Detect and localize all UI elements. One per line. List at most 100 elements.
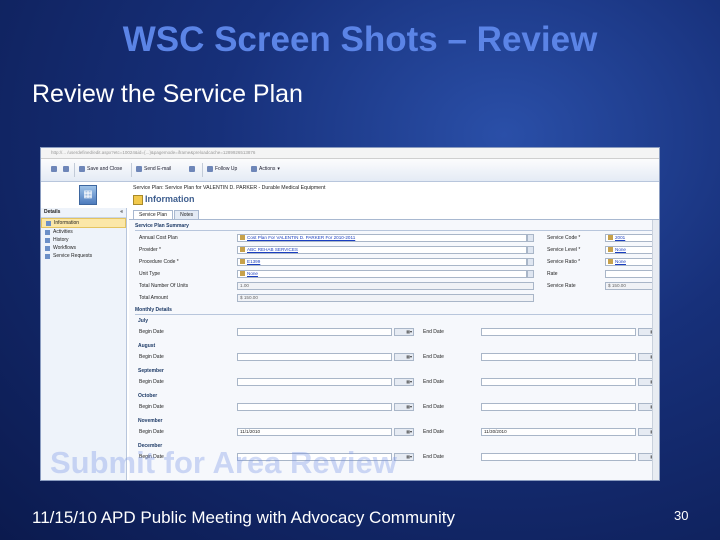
procedure-code-label: Procedure Code * [139, 259, 179, 265]
begin-date-input[interactable] [237, 328, 392, 336]
procedure-code-field[interactable]: E1399 [237, 258, 527, 266]
toolbar-divider [131, 163, 132, 177]
crm-screenshot: http://... /userdefined/edit.aspx?etc=10… [40, 147, 660, 481]
begin-date-label: Begin Date [139, 354, 164, 360]
month-label: November [138, 418, 163, 424]
service-level-field[interactable]: None [605, 246, 653, 254]
begin-date-input[interactable] [237, 403, 392, 411]
lookup-button[interactable] [527, 234, 534, 242]
service-ratio-field[interactable]: None [605, 258, 653, 266]
lookup-record-icon [608, 235, 613, 241]
print-icon[interactable] [63, 166, 69, 172]
annual-cost-plan-field[interactable]: Cost Plan For VALENTIN D. PARKER For 201… [237, 234, 527, 242]
form-name: Information [145, 194, 195, 204]
month-label: August [138, 343, 156, 349]
toolbar-divider [74, 163, 75, 177]
vertical-scrollbar[interactable] [652, 220, 659, 480]
left-navigation: Details « Information Activities History… [41, 208, 127, 480]
save-and-close-button[interactable]: Save and Close [79, 166, 122, 172]
provider-label: Provider * [139, 247, 161, 253]
slide-footer: 11/15/10 APD Public Meeting with Advocac… [32, 508, 456, 527]
slide-title: WSC Screen Shots – Review [122, 20, 598, 59]
form-title: Service Plan: Service Plan for VALENTIN … [133, 185, 326, 191]
form-icon [133, 195, 143, 205]
lookup-record-icon [240, 259, 245, 265]
calendar-icon[interactable]: ▦▾ [394, 403, 414, 411]
history-icon [45, 237, 50, 243]
save-close-icon [79, 166, 85, 172]
unit-type-field[interactable]: None [237, 270, 527, 278]
end-date-label: End Date [423, 454, 444, 460]
send-email-button[interactable]: Send E-mail [136, 166, 171, 172]
service-requests-icon [45, 253, 50, 259]
end-date-label: End Date [423, 429, 444, 435]
begin-date-input[interactable]: 11/1/2010 [237, 428, 392, 436]
section-service-plan-summary: Service Plan Summary [135, 222, 653, 231]
unit-type-label: Unit Type [139, 271, 161, 277]
lookup-record-icon [240, 247, 245, 253]
collapse-icon[interactable]: « [120, 208, 123, 217]
lookup-record-icon [608, 247, 613, 253]
rate-field[interactable] [605, 270, 653, 278]
total-amount-label: Total Amount [139, 295, 168, 301]
calendar-icon[interactable]: ▦▾ [394, 378, 414, 386]
annual-cost-plan-label: Annual Cost Plan [139, 235, 178, 241]
save-icon[interactable] [51, 166, 57, 172]
calendar-icon[interactable]: ▦▾ [394, 328, 414, 336]
end-date-label: End Date [423, 404, 444, 410]
nav-item-history[interactable]: History [41, 236, 126, 244]
lookup-record-icon [608, 259, 613, 265]
address-bar[interactable]: http://... /userdefined/edit.aspx?etc=10… [41, 148, 659, 159]
follow-up-button[interactable]: Follow Up [207, 166, 237, 172]
calendar-icon[interactable]: ▦▾ [394, 353, 414, 361]
lookup-record-icon [240, 271, 245, 277]
nav-item-activities[interactable]: Activities [41, 228, 126, 236]
lookup-record-icon [240, 235, 245, 241]
end-date-input[interactable] [481, 353, 636, 361]
attach-icon[interactable] [189, 166, 195, 172]
service-plan-form: Service Plan Summary Annual Cost Plan Co… [129, 219, 659, 480]
watermark-text: Submit for Area Review [50, 445, 397, 480]
provider-field[interactable]: ABC REHAB SERVICES [237, 246, 527, 254]
email-icon [136, 166, 142, 172]
nav-item-workflows[interactable]: Workflows [41, 244, 126, 252]
service-plan-entity-icon: ▦ [79, 185, 97, 205]
nav-header: Details « [41, 208, 126, 218]
lookup-button[interactable] [527, 270, 534, 278]
end-date-input[interactable] [481, 403, 636, 411]
calendar-icon[interactable]: ▦▾ [394, 453, 414, 461]
end-date-input[interactable]: 11/30/2010 [481, 428, 636, 436]
begin-date-input[interactable] [237, 353, 392, 361]
lookup-button[interactable] [527, 246, 534, 254]
follow-up-icon [207, 166, 213, 172]
end-date-label: End Date [423, 329, 444, 335]
end-date-label: End Date [423, 354, 444, 360]
end-date-input[interactable] [481, 378, 636, 386]
begin-date-label: Begin Date [139, 379, 164, 385]
page-number: 30 [674, 508, 689, 523]
nav-item-information[interactable]: Information [41, 218, 126, 228]
service-code-field[interactable]: 2001 [605, 234, 653, 242]
toolbar-divider [202, 163, 203, 177]
end-date-input[interactable] [481, 328, 636, 336]
activities-icon [45, 229, 50, 235]
actions-menu[interactable]: Actions ▾ [251, 166, 280, 172]
information-icon [46, 220, 51, 226]
service-level-label: Service Level * [547, 247, 581, 253]
total-amount-field: $ 150.00 [237, 294, 534, 302]
lookup-button[interactable] [527, 258, 534, 266]
end-date-label: End Date [423, 379, 444, 385]
service-rate-label: Service Rate [547, 283, 576, 289]
section-monthly-details: Monthly Details [135, 306, 653, 315]
service-code-label: Service Code * [547, 235, 581, 241]
end-date-input[interactable] [481, 453, 636, 461]
month-label: October [138, 393, 158, 399]
month-label: July [138, 318, 149, 324]
begin-date-input[interactable] [237, 378, 392, 386]
service-ratio-label: Service Ratio * [547, 259, 581, 265]
begin-date-label: Begin Date [139, 329, 164, 335]
toolbar: Save and Close Send E-mail Follow Up Act… [41, 159, 659, 182]
calendar-icon[interactable]: ▦▾ [394, 428, 414, 436]
nav-item-service-requests[interactable]: Service Requests [41, 252, 126, 260]
total-units-field: 1.00 [237, 282, 534, 290]
